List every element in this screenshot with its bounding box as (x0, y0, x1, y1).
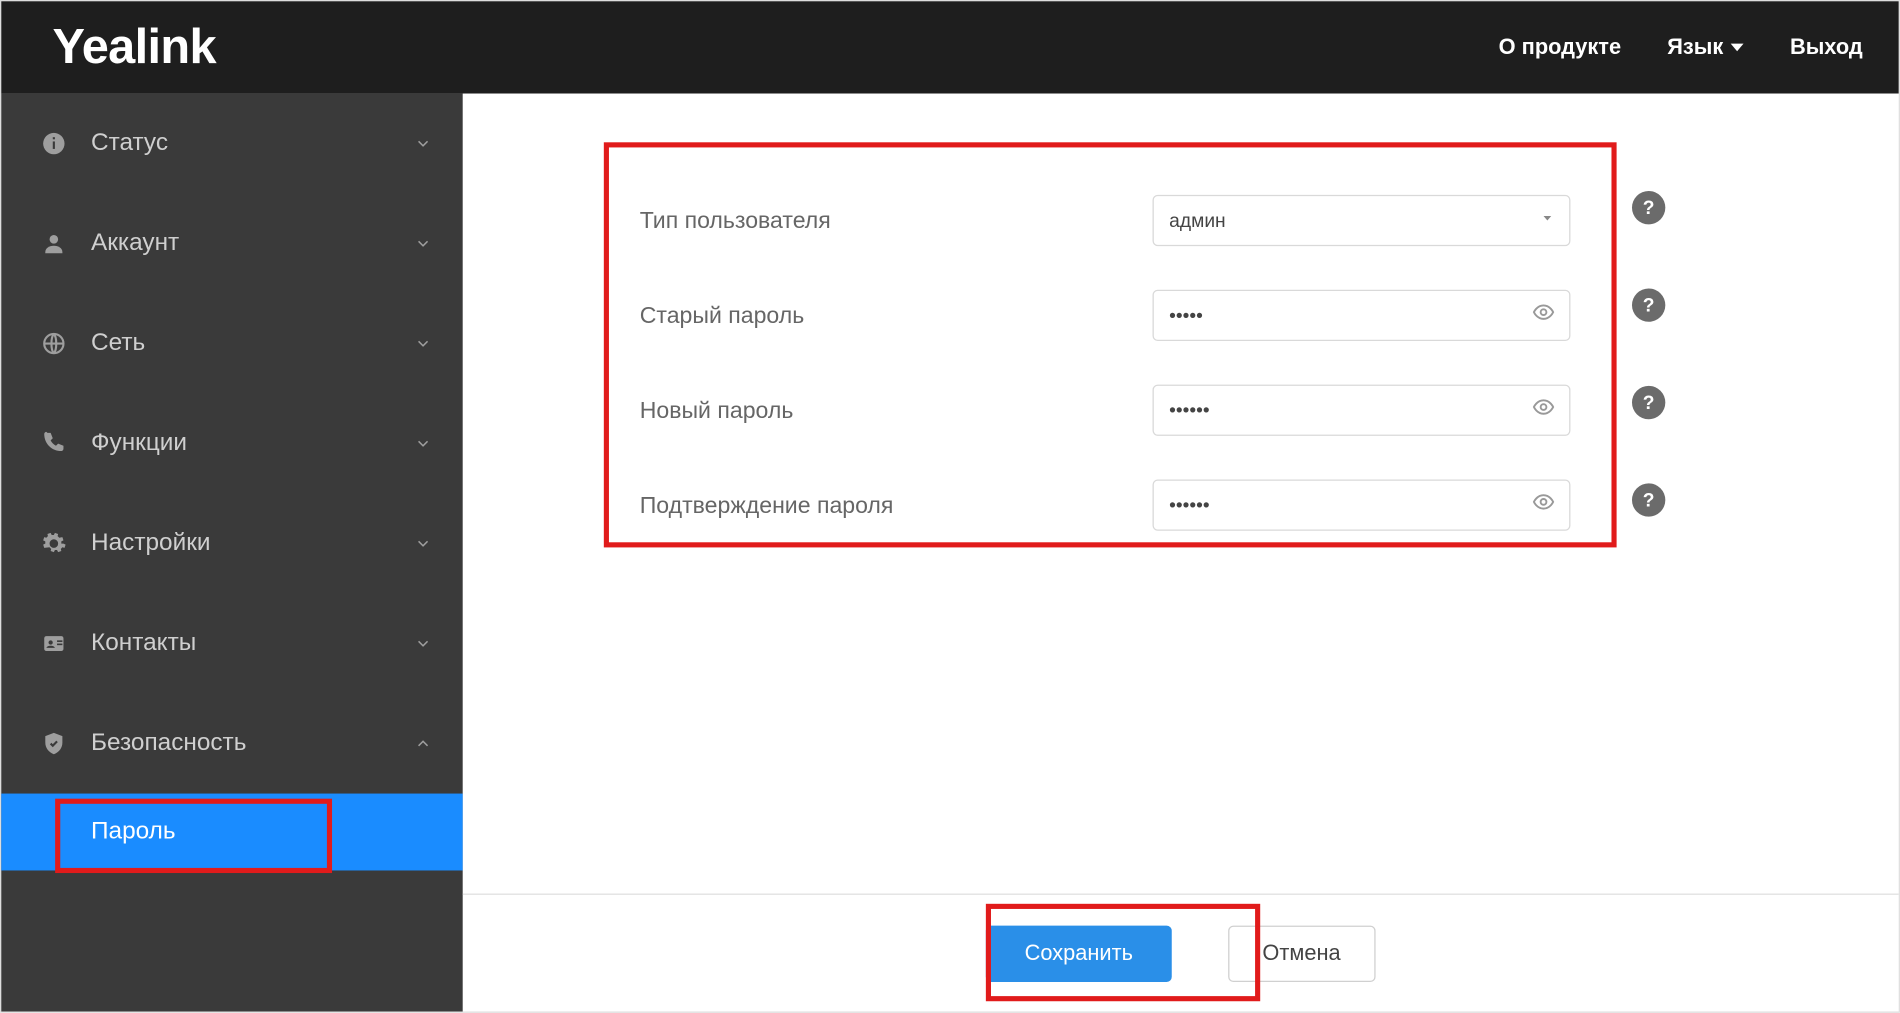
header-bar: Yealink О продукте Язык Выход (1, 1, 1898, 93)
info-icon (40, 129, 68, 157)
shield-icon (40, 729, 68, 757)
footer-bar: Сохранить Отмена (463, 894, 1899, 1012)
new-password-row: Новый пароль (640, 363, 1581, 458)
old-password-input[interactable] (1153, 290, 1571, 341)
sidebar-item-contacts[interactable]: Контакты (1, 594, 463, 694)
new-password-label: Новый пароль (640, 397, 1153, 424)
chevron-down-icon (414, 635, 432, 653)
user-type-label: Тип пользователя (640, 207, 1153, 234)
chevron-down-icon (414, 435, 432, 453)
phone-icon (40, 429, 68, 457)
chevron-down-icon (414, 235, 432, 253)
help-column: ? ? ? ? (1632, 191, 1665, 517)
old-password-row: Старый пароль (640, 268, 1581, 363)
sidebar-subitem-password[interactable]: Пароль (1, 794, 463, 871)
sidebar-item-label: Контакты (91, 629, 414, 657)
eye-icon[interactable] (1532, 490, 1555, 519)
password-form-highlight: Тип пользователя админ Старый пароль (604, 142, 1617, 547)
language-label: Язык (1667, 35, 1723, 61)
eye-icon[interactable] (1532, 301, 1555, 330)
app-window: Yealink О продукте Язык Выход Статус (0, 0, 1900, 1013)
sidebar-item-status[interactable]: Статус (1, 94, 463, 194)
user-type-row: Тип пользователя админ (640, 173, 1581, 268)
confirm-password-row: Подтверждение пароля (640, 458, 1581, 553)
sidebar-item-features[interactable]: Функции (1, 394, 463, 494)
help-old-password[interactable]: ? (1632, 288, 1665, 321)
main-content: Тип пользователя админ Старый пароль (463, 94, 1899, 1012)
help-new-password[interactable]: ? (1632, 386, 1665, 419)
sidebar-item-label: Статус (91, 129, 414, 157)
chevron-up-icon (414, 735, 432, 753)
chevron-down-icon (414, 335, 432, 353)
contacts-icon (40, 629, 68, 657)
eye-icon[interactable] (1532, 395, 1555, 424)
help-confirm-password[interactable]: ? (1632, 483, 1665, 516)
sidebar: Статус Аккаунт Сеть (1, 94, 463, 1012)
globe-icon (40, 329, 68, 357)
gear-icon (40, 529, 68, 557)
user-type-select[interactable]: админ (1153, 195, 1571, 246)
sidebar-item-security[interactable]: Безопасность (1, 694, 463, 794)
body-row: Статус Аккаунт Сеть (1, 94, 1898, 1012)
help-user-type[interactable]: ? (1632, 191, 1665, 224)
save-button[interactable]: Сохранить (986, 925, 1171, 981)
sidebar-item-account[interactable]: Аккаунт (1, 194, 463, 294)
about-product-link[interactable]: О продукте (1499, 35, 1621, 61)
confirm-password-input[interactable] (1153, 479, 1571, 530)
cancel-button[interactable]: Отмена (1228, 925, 1375, 981)
old-password-label: Старый пароль (640, 302, 1153, 329)
sidebar-item-label: Функции (91, 429, 414, 457)
logout-link[interactable]: Выход (1790, 35, 1863, 61)
user-icon (40, 229, 68, 257)
sidebar-item-label: Безопасность (91, 729, 414, 757)
new-password-input[interactable] (1153, 385, 1571, 436)
brand-logo: Yealink (53, 20, 216, 75)
caret-down-icon (1731, 44, 1744, 52)
sidebar-item-network[interactable]: Сеть (1, 294, 463, 394)
sidebar-item-label: Аккаунт (91, 229, 414, 257)
chevron-down-icon (414, 135, 432, 153)
sidebar-item-label: Настройки (91, 529, 414, 557)
sidebar-item-label: Сеть (91, 329, 414, 357)
language-dropdown[interactable]: Язык (1667, 35, 1744, 61)
confirm-password-label: Подтверждение пароля (640, 492, 1153, 519)
sidebar-item-settings[interactable]: Настройки (1, 494, 463, 594)
chevron-down-icon (414, 535, 432, 553)
